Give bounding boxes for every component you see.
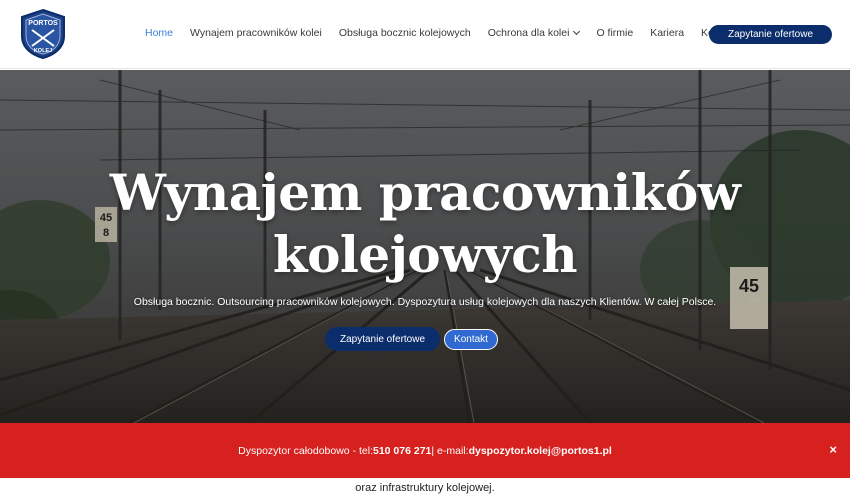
close-icon[interactable]: × — [829, 443, 837, 457]
alert-separator: | e-mail: — [431, 444, 469, 457]
portos-logo[interactable]: PORTOS KOLEJ — [18, 8, 68, 60]
svg-text:PORTOS: PORTOS — [28, 20, 58, 27]
hero-buttons: Zapytanie ofertowe Kontakt — [0, 327, 850, 351]
intro-text: oraz infrastruktury kolejowej. — [355, 482, 495, 494]
hero-title: Wynajem pracowników kolejowych — [0, 162, 850, 286]
alert-email[interactable]: dyspozytor.kolej@portos1.pl — [469, 445, 612, 457]
hero-section: 45 8 45 Wynajem pracowników kolejowych O… — [0, 70, 850, 423]
alert-phone[interactable]: 510 076 271 — [373, 445, 431, 457]
hero-quote-button[interactable]: Zapytanie ofertowe — [325, 327, 440, 351]
hero-title-line1: Wynajem pracowników — [109, 163, 741, 222]
nav-ochrona[interactable]: Ochrona dla kolei — [487, 27, 581, 39]
site-header: PORTOS KOLEJ Home Wynajem pracowników ko… — [0, 0, 850, 69]
nav-wynajem[interactable]: Wynajem pracowników kolei — [190, 27, 322, 39]
nav-obsluga-bocznic[interactable]: Obsługa bocznic kolejowych — [339, 27, 471, 39]
main-nav: Home Wynajem pracowników kolei Obsługa b… — [145, 27, 754, 39]
hero-contact-button[interactable]: Kontakt — [444, 329, 498, 350]
hero-title-line2: kolejowych — [272, 225, 578, 284]
nav-ochrona-label: Ochrona dla kolei — [487, 27, 570, 39]
hero-subtitle: Obsługa bocznic. Outsourcing pracowników… — [133, 296, 717, 308]
chevron-down-icon — [573, 27, 581, 36]
nav-kariera[interactable]: Kariera — [650, 27, 684, 39]
alert-prefix: Dyspozytor całodobowo - tel: — [238, 444, 373, 457]
svg-text:KOLEJ: KOLEJ — [34, 48, 52, 54]
nav-o-firmie[interactable]: O firmie — [596, 27, 633, 39]
dispatcher-alert-bar: Dyspozytor całodobowo - tel: 510 076 271… — [0, 423, 850, 478]
header-quote-button[interactable]: Zapytanie ofertowe — [709, 25, 832, 44]
nav-home[interactable]: Home — [145, 27, 173, 39]
